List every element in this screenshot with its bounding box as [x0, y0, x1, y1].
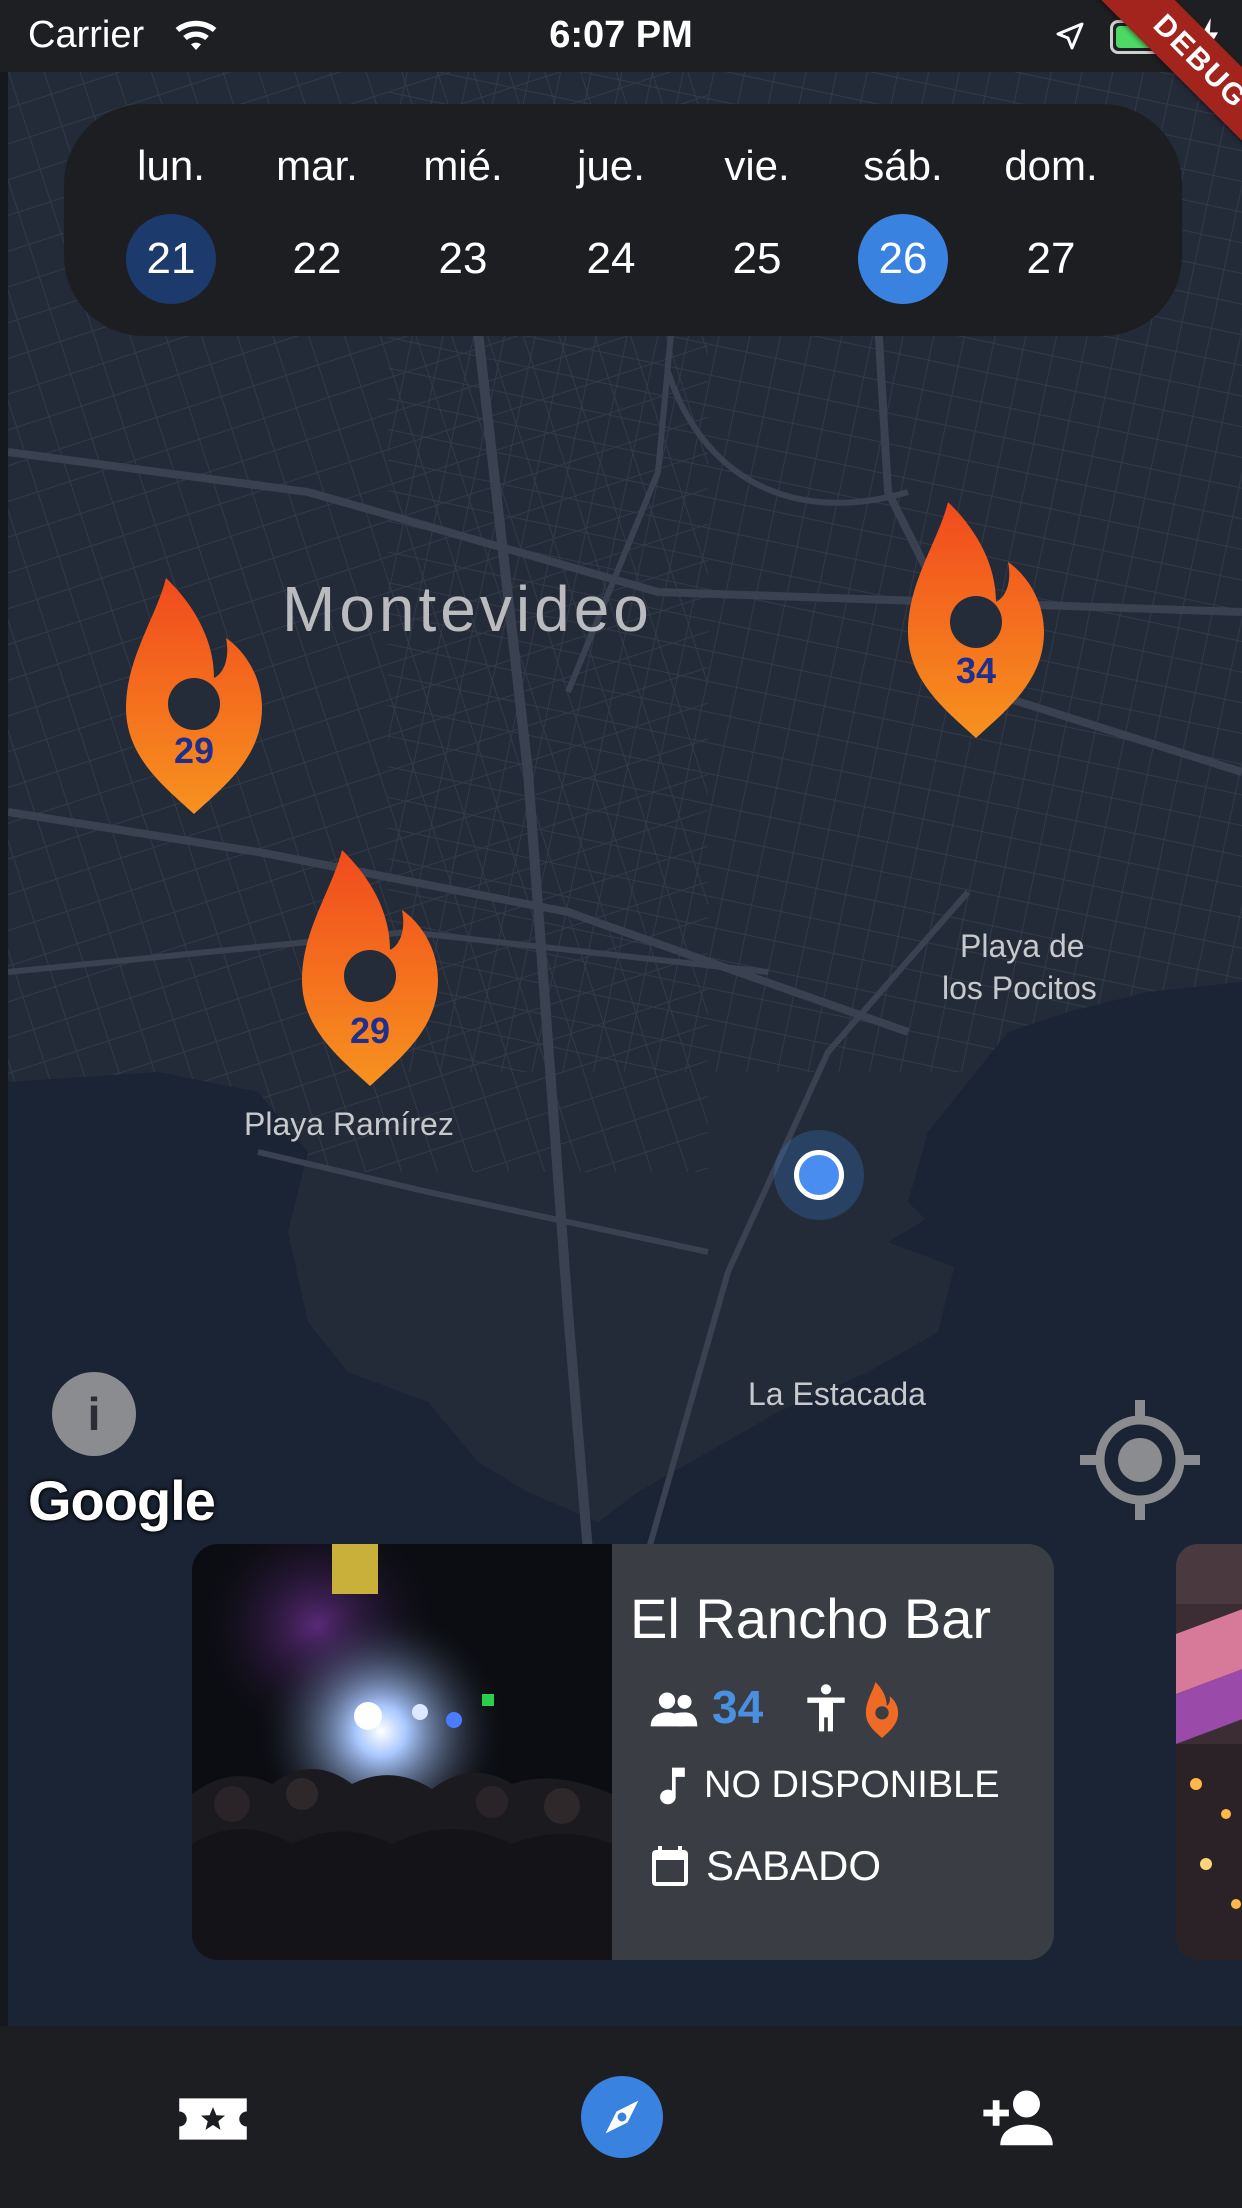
- day-name: vie.: [724, 142, 790, 189]
- day-name: mar.: [276, 142, 358, 189]
- attendance-row: [644, 1682, 1044, 1738]
- compass-icon: [605, 2100, 639, 2134]
- calendar-icon: [652, 1846, 688, 1886]
- day-name: sáb.: [863, 142, 943, 189]
- location-arrow-icon: [1056, 22, 1084, 50]
- fire-pin-icon: [126, 578, 262, 814]
- person-add-icon: [983, 2090, 1053, 2146]
- app-screen: Montevideo Playa de los Pocitos Playa Ra…: [0, 0, 1242, 2208]
- bottom-nav: [0, 2026, 1242, 2208]
- day-sun[interactable]: dom. 27: [978, 104, 1124, 336]
- day-thu[interactable]: jue. 24: [538, 104, 684, 336]
- venue-day: SABADO: [706, 1842, 882, 1889]
- ticket-star-icon: [179, 2098, 247, 2140]
- venue-photo-image: [192, 1544, 612, 1960]
- fire-pin-marker[interactable]: 29: [126, 578, 262, 814]
- accessibility-icon: [807, 1684, 845, 1732]
- nav-tickets[interactable]: [168, 2074, 258, 2164]
- venue-photo: [192, 1544, 612, 1960]
- fire-pin-icon: [908, 502, 1044, 738]
- fire-pin-marker[interactable]: 29: [302, 850, 438, 1086]
- day-number: 27: [1026, 234, 1076, 283]
- map-label-estacada: La Estacada: [748, 1376, 926, 1412]
- day-number: 24: [586, 234, 636, 283]
- day-wed[interactable]: mié. 23: [390, 104, 536, 336]
- user-location-dot: [774, 1130, 864, 1220]
- day-number-selected: 26: [858, 214, 948, 304]
- day-name: lun.: [137, 142, 205, 189]
- map-label-pocitos-1: Playa de: [960, 928, 1085, 964]
- day-number: 25: [732, 234, 782, 283]
- crosshair-icon: [1080, 1400, 1200, 1520]
- screen-edge: [0, 0, 8, 2208]
- my-location-button[interactable]: [1078, 1398, 1202, 1522]
- pin-count: 29: [173, 730, 215, 771]
- day-sat[interactable]: sáb. 26: [830, 104, 976, 336]
- day-mon[interactable]: lun. 21: [98, 104, 244, 336]
- day-number: 23: [438, 234, 488, 283]
- pin-count: 34: [955, 650, 997, 691]
- music-note-icon: [660, 1767, 685, 1805]
- day-name: dom.: [1004, 142, 1098, 189]
- google-logo: Google: [28, 1469, 216, 1532]
- map-label-city: Montevideo: [282, 573, 653, 645]
- status-bar: Carrier 6:07 PM: [0, 0, 1242, 72]
- day-tue[interactable]: mar. 22: [244, 104, 390, 336]
- week-selector: lun. 21 mar. 22 mié. 23 jue. 24 vie. 25 …: [64, 104, 1182, 336]
- day-name: jue.: [577, 142, 645, 189]
- music-status: NO DISPONIBLE: [704, 1764, 1000, 1806]
- map-label-ramirez: Playa Ramírez: [244, 1106, 454, 1142]
- day-name: mié.: [423, 142, 503, 189]
- fire-pin-marker[interactable]: 34: [908, 502, 1044, 738]
- group-icon: [650, 1692, 698, 1727]
- day-number-today: 21: [126, 214, 216, 304]
- day-number: 22: [292, 234, 342, 283]
- fire-pin-icon: [865, 1682, 899, 1738]
- nav-explore[interactable]: [581, 2076, 663, 2158]
- nav-add-friend[interactable]: [974, 2074, 1064, 2164]
- attendee-count: 34: [712, 1681, 764, 1733]
- day-fri[interactable]: vie. 25: [684, 104, 830, 336]
- venue-title: El Rancho Bar: [630, 1587, 992, 1650]
- venue-card-next[interactable]: [1176, 1544, 1242, 1960]
- map-label-pocitos-2: los Pocitos: [942, 970, 1097, 1006]
- venue-photo-image: [1176, 1544, 1242, 1960]
- venue-card[interactable]: El Rancho Bar 34 NO DISPONIBLE SABADO: [192, 1544, 1054, 1960]
- pin-count: 29: [349, 1010, 391, 1051]
- map-info-button[interactable]: i: [52, 1372, 136, 1456]
